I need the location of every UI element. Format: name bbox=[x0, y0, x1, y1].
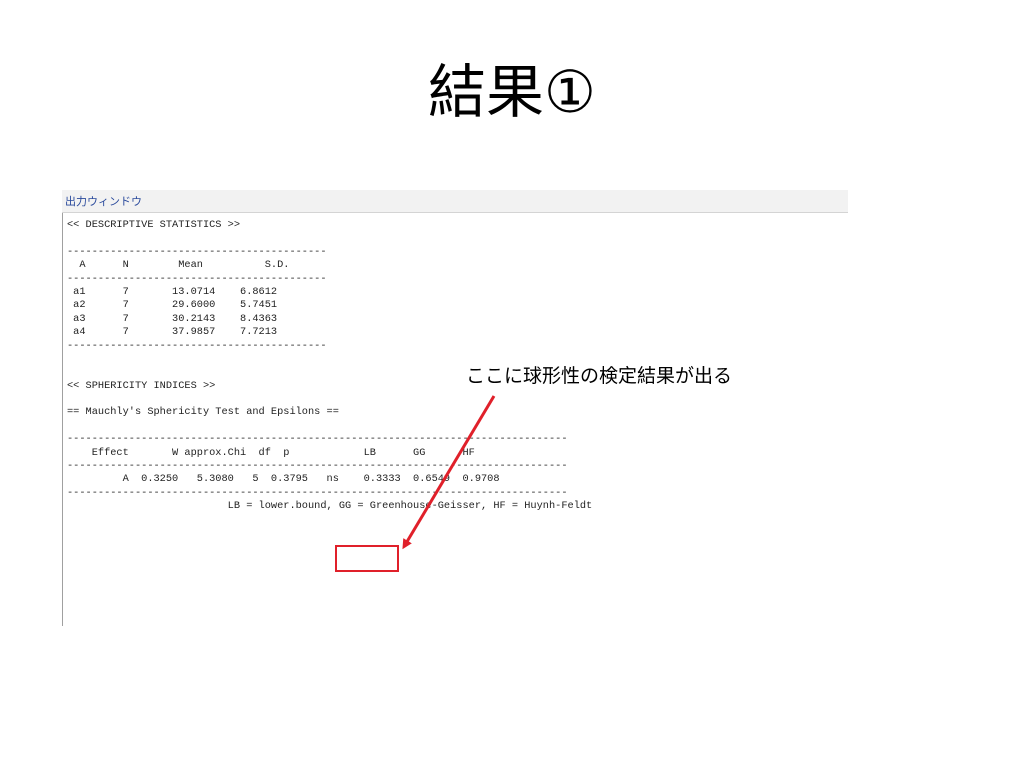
output-line-rule: ----------------------------------------… bbox=[67, 433, 568, 446]
slide-title: 結果① bbox=[428, 58, 596, 126]
output-line-mauchly-title: == Mauchly's Sphericity Test and Epsilon… bbox=[67, 406, 339, 419]
output-window: 出力ウィンドウ << DESCRIPTIVE STATISTICS >> ----… bbox=[62, 190, 848, 626]
window-title: 出力ウィンドウ bbox=[65, 195, 142, 208]
output-line-mauchly-result: A 0.3250 5.3080 5 0.3795 ns 0.3333 0.654… bbox=[67, 473, 500, 486]
output-line-rule: ----------------------------------------… bbox=[67, 486, 568, 499]
output-line-rule: ----------------------------------------… bbox=[67, 272, 327, 285]
slide: 結果① 出力ウィンドウ << DESCRIPTIVE STATISTICS >>… bbox=[0, 0, 1024, 768]
output-line-blank bbox=[67, 232, 592, 245]
output-line-a2: a2 7 29.6000 5.7451 bbox=[67, 299, 278, 312]
output-line-rule: ----------------------------------------… bbox=[67, 245, 327, 258]
output-line-footnote: LB = lower.bound, GG = Greenhouse-Geisse… bbox=[67, 500, 593, 513]
output-line-a3: a3 7 30.2143 8.4363 bbox=[67, 312, 278, 325]
output-line-rule: ----------------------------------------… bbox=[67, 339, 327, 352]
callout-text: ここに球形性の検定結果が出る bbox=[466, 365, 733, 387]
output-line-rule: ----------------------------------------… bbox=[67, 460, 568, 473]
output-line-blank bbox=[67, 393, 592, 406]
output-line-descriptive-columns: A N Mean S.D. bbox=[67, 259, 290, 272]
window-header: 出力ウィンドウ bbox=[62, 190, 848, 213]
output-panel[interactable]: << DESCRIPTIVE STATISTICS >> ------------… bbox=[62, 213, 849, 626]
output-line-a1: a1 7 13.0714 6.8612 bbox=[67, 285, 278, 298]
p-value-highlight-box bbox=[335, 545, 399, 572]
output-line-a4: a4 7 37.9857 7.7213 bbox=[67, 326, 278, 339]
output-line-blank bbox=[67, 420, 592, 433]
output-line-descriptive-header: << DESCRIPTIVE STATISTICS >> bbox=[67, 219, 241, 231]
output-line-mauchly-columns: Effect W approx.Chi df p LB GG HF bbox=[67, 446, 475, 459]
